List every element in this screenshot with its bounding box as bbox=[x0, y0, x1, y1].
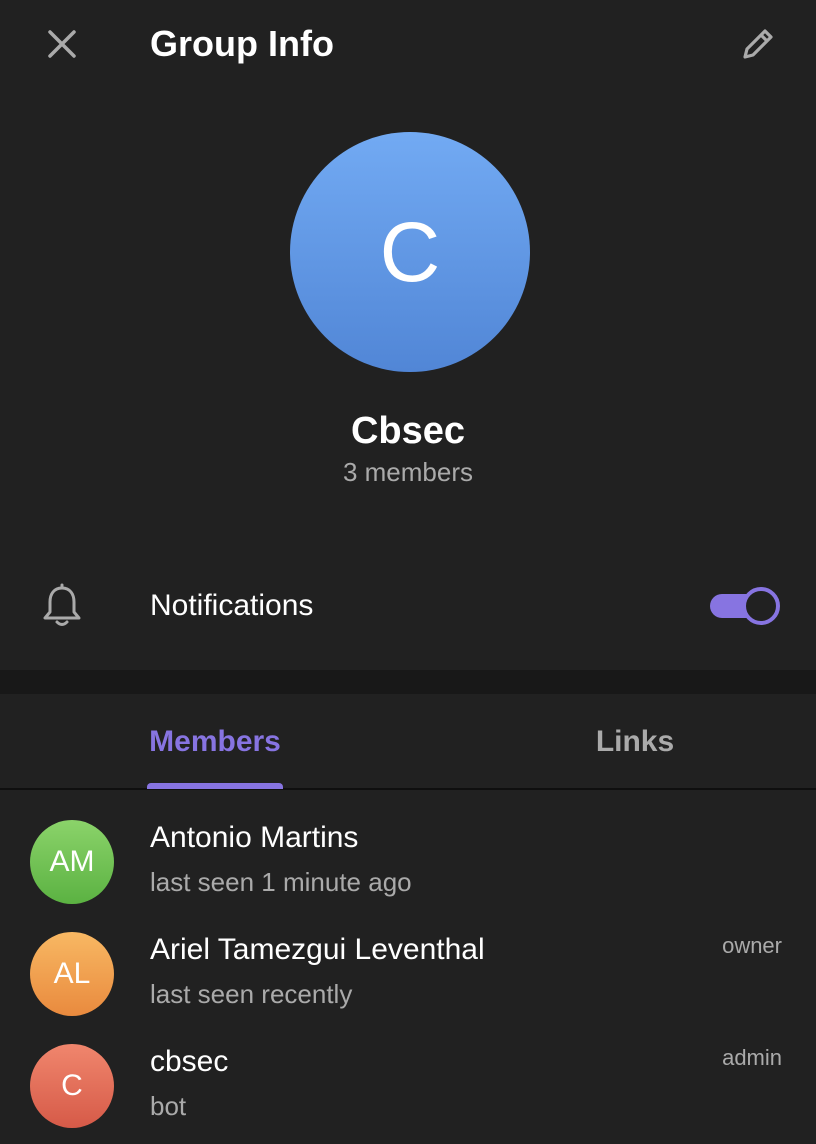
active-tab-indicator bbox=[147, 783, 283, 789]
member-role-badge: admin bbox=[722, 1045, 782, 1070]
avatar: AL bbox=[30, 932, 114, 1016]
toggle-knob bbox=[742, 587, 780, 625]
group-info-screen: Group Info C Cbsec 3 members Notificatio… bbox=[0, 0, 816, 1144]
group-avatar-initial: C bbox=[379, 205, 441, 299]
member-status: bot bbox=[150, 1091, 187, 1121]
member-name: Ariel Tamezgui Leventhal bbox=[150, 933, 485, 966]
avatar: AM bbox=[30, 820, 114, 904]
member-status: last seen recently bbox=[150, 979, 353, 1009]
tab-bar: Members Links bbox=[0, 694, 816, 790]
header: Group Info bbox=[0, 0, 816, 88]
member-count: 3 members bbox=[342, 457, 474, 487]
member-row-ariel[interactable]: AL Ariel Tamezgui Leventhal last seen re… bbox=[0, 932, 816, 1044]
member-role-badge: owner bbox=[722, 933, 782, 958]
group-name: Cbsec bbox=[350, 410, 466, 452]
avatar-initials: AM bbox=[49, 845, 95, 878]
edit-button[interactable] bbox=[734, 20, 782, 68]
notifications-toggle[interactable] bbox=[708, 584, 780, 628]
notifications-label: Notifications bbox=[150, 589, 314, 622]
close-button[interactable] bbox=[38, 20, 86, 68]
member-name: Antonio Martins bbox=[150, 821, 359, 854]
avatar: C bbox=[30, 1044, 114, 1128]
notifications-row[interactable]: Notifications bbox=[0, 560, 816, 652]
member-row-cbsec[interactable]: C cbsec bot admin bbox=[0, 1044, 816, 1144]
avatar-initials: C bbox=[61, 1069, 83, 1102]
page-title: Group Info bbox=[150, 23, 334, 64]
pencil-icon bbox=[743, 29, 773, 59]
member-status: last seen 1 minute ago bbox=[150, 867, 412, 897]
tab-members[interactable]: Members bbox=[0, 694, 430, 790]
avatar-initials: AL bbox=[53, 957, 91, 990]
section-divider bbox=[0, 670, 816, 694]
member-row-antonio[interactable]: AM Antonio Martins last seen 1 minute ag… bbox=[0, 820, 816, 932]
group-avatar[interactable]: C bbox=[290, 132, 530, 372]
member-name: cbsec bbox=[150, 1045, 229, 1078]
tab-links[interactable]: Links bbox=[430, 694, 816, 790]
close-icon bbox=[48, 30, 76, 58]
bell-icon bbox=[38, 582, 86, 630]
